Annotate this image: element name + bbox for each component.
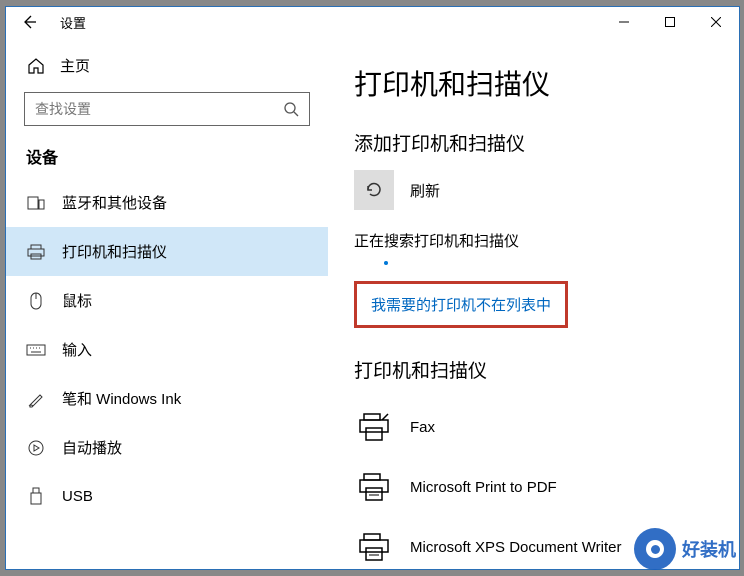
- fax-icon: [354, 407, 394, 447]
- refresh-button[interactable]: [354, 170, 394, 210]
- maximize-icon: [665, 17, 675, 27]
- watermark-logo: [634, 528, 676, 570]
- settings-window: 设置 主页 查找设置 设备 蓝牙和其他设备: [5, 6, 740, 570]
- sidebar-item-mouse[interactable]: 鼠标: [6, 276, 328, 325]
- printer-item-pdf[interactable]: Microsoft Print to PDF: [354, 457, 729, 517]
- mouse-icon: [26, 291, 46, 311]
- content-area: 打印机和扫描仪 添加打印机和扫描仪 刷新 正在搜索打印机和扫描仪 我需要的打印机…: [328, 37, 739, 569]
- keyboard-icon: [26, 340, 46, 360]
- print-to-pdf-icon: [354, 467, 394, 507]
- sidebar-item-label: 打印机和扫描仪: [62, 241, 167, 262]
- add-section-heading: 添加打印机和扫描仪: [354, 129, 729, 156]
- back-button[interactable]: [16, 9, 42, 35]
- home-icon: [26, 56, 46, 76]
- body: 主页 查找设置 设备 蓝牙和其他设备 打印机和扫描仪 鼠标: [6, 37, 739, 569]
- category-title: 设备: [6, 144, 328, 178]
- search-placeholder: 查找设置: [35, 99, 91, 119]
- autoplay-icon: [26, 438, 46, 458]
- close-button[interactable]: [693, 7, 739, 37]
- sidebar-item-label: 自动播放: [62, 437, 122, 458]
- printers-section-heading: 打印机和扫描仪: [354, 356, 729, 383]
- sidebar-item-label: 输入: [62, 339, 92, 360]
- sidebar-item-typing[interactable]: 输入: [6, 325, 328, 374]
- missing-printer-highlight: 我需要的打印机不在列表中: [354, 281, 568, 328]
- close-icon: [711, 17, 721, 27]
- search-input[interactable]: 查找设置: [24, 92, 310, 126]
- printer-name: Fax: [410, 419, 435, 436]
- printer-name: Microsoft XPS Document Writer: [410, 539, 621, 556]
- sidebar-item-usb[interactable]: USB: [6, 472, 328, 520]
- print-to-xps-icon: [354, 527, 394, 567]
- search-icon: [283, 101, 299, 117]
- sidebar-item-printers[interactable]: 打印机和扫描仪: [6, 227, 328, 276]
- home-button[interactable]: 主页: [6, 49, 328, 92]
- pen-icon: [26, 389, 46, 409]
- sidebar-item-pen[interactable]: 笔和 Windows Ink: [6, 374, 328, 423]
- usb-icon: [26, 486, 46, 506]
- minimize-icon: [619, 17, 629, 27]
- printer-name: Microsoft Print to PDF: [410, 479, 557, 496]
- devices-icon: [26, 193, 46, 213]
- refresh-row: 刷新: [354, 170, 729, 210]
- progress-dot: [384, 261, 388, 265]
- window-title: 设置: [60, 13, 86, 32]
- missing-printer-link[interactable]: 我需要的打印机不在列表中: [371, 297, 551, 314]
- sidebar-item-label: 鼠标: [62, 290, 92, 311]
- sidebar-item-label: USB: [62, 488, 93, 505]
- refresh-icon: [364, 180, 384, 200]
- maximize-button[interactable]: [647, 7, 693, 37]
- window-controls: [601, 7, 739, 37]
- printer-item-fax[interactable]: Fax: [354, 397, 729, 457]
- arrow-left-icon: [21, 14, 37, 30]
- sidebar-item-bluetooth[interactable]: 蓝牙和其他设备: [6, 178, 328, 227]
- home-label: 主页: [60, 55, 90, 76]
- page-title: 打印机和扫描仪: [354, 63, 729, 103]
- refresh-label: 刷新: [410, 180, 440, 201]
- minimize-button[interactable]: [601, 7, 647, 37]
- titlebar: 设置: [6, 7, 739, 37]
- watermark: 好装机: [634, 528, 736, 570]
- sidebar-item-autoplay[interactable]: 自动播放: [6, 423, 328, 472]
- searching-text: 正在搜索打印机和扫描仪: [354, 230, 729, 251]
- sidebar-item-label: 笔和 Windows Ink: [62, 388, 181, 409]
- sidebar: 主页 查找设置 设备 蓝牙和其他设备 打印机和扫描仪 鼠标: [6, 37, 328, 569]
- watermark-text: 好装机: [682, 536, 736, 562]
- sidebar-item-label: 蓝牙和其他设备: [62, 192, 167, 213]
- printer-icon: [26, 242, 46, 262]
